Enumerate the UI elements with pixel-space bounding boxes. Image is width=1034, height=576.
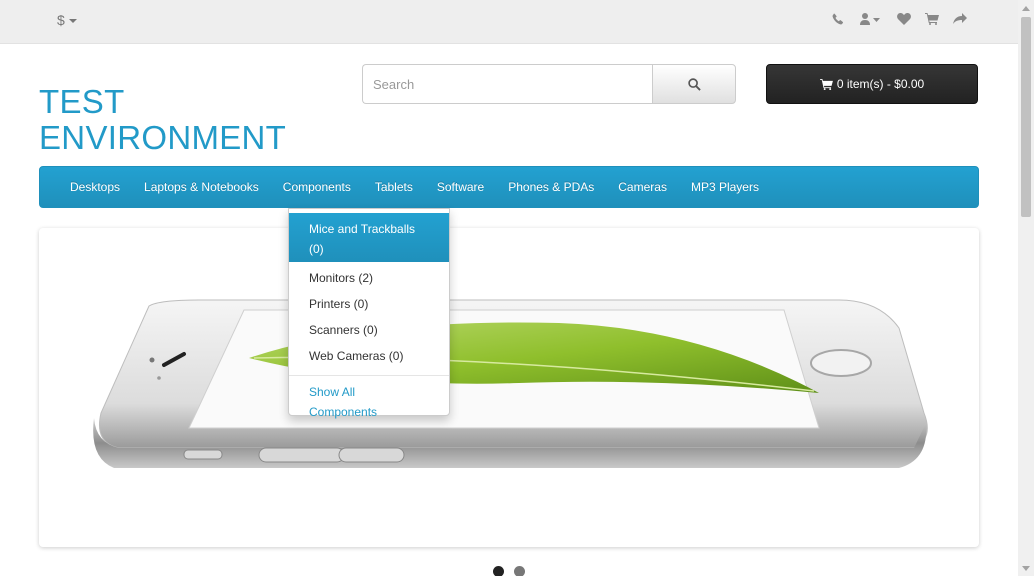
menu-item-mp3[interactable]: MP3 Players	[679, 167, 771, 207]
search-icon	[687, 77, 701, 91]
page-scrollbar[interactable]	[1018, 0, 1034, 576]
search-input[interactable]	[362, 64, 652, 104]
search-button[interactable]	[652, 64, 736, 104]
slide-dot-1[interactable]	[493, 566, 504, 576]
dropdown-item-mice-count: (0)	[309, 242, 324, 256]
cart-button[interactable]: 0 item(s) - $0.00	[766, 64, 978, 104]
currency-symbol: $	[57, 12, 65, 28]
show-all-components-link[interactable]: Show All Components	[289, 382, 449, 422]
dropdown-item-webcams[interactable]: Web Cameras (0)	[289, 343, 449, 369]
dropdown-item-printers[interactable]: Printers (0)	[289, 291, 449, 317]
top-bar: $	[0, 0, 1018, 44]
main-menu: Desktops Laptops & Notebooks Components …	[39, 166, 979, 208]
phone-icon[interactable]	[830, 11, 846, 27]
menu-item-software[interactable]: Software	[425, 167, 496, 207]
slideshow-pagination	[493, 566, 525, 576]
dropdown-divider	[289, 375, 449, 376]
logo-line2: ENVIRONMENT	[39, 119, 287, 156]
scroll-thumb[interactable]	[1021, 17, 1031, 217]
menu-item-cameras[interactable]: Cameras	[606, 167, 679, 207]
menu-item-laptops[interactable]: Laptops & Notebooks	[132, 167, 271, 207]
slideshow[interactable]	[39, 228, 979, 547]
cart-total: 0 item(s) - $0.00	[836, 77, 925, 91]
menu-item-components[interactable]: Components	[271, 167, 363, 207]
caret-down-icon	[68, 19, 77, 24]
top-links	[830, 11, 968, 27]
share-icon[interactable]	[952, 11, 968, 27]
heart-icon[interactable]	[896, 11, 912, 27]
components-dropdown: Mice and Trackballs (0) Monitors (2) Pri…	[288, 208, 450, 419]
scroll-down-arrow[interactable]	[1018, 560, 1034, 576]
menu-item-desktops[interactable]: Desktops	[58, 167, 132, 207]
show-all-line1: Show All	[309, 385, 356, 399]
show-all-line2: Components	[309, 405, 378, 419]
logo-line1: TEST	[39, 83, 125, 120]
phone-banner-image	[93, 299, 928, 468]
menu-item-phones[interactable]: Phones & PDAs	[496, 167, 606, 207]
dropdown-item-scanners[interactable]: Scanners (0)	[289, 317, 449, 343]
dropdown-item-mice-label: Mice and Trackballs	[309, 222, 416, 236]
currency-selector[interactable]: $	[57, 12, 77, 28]
dropdown-item-monitors[interactable]: Monitors (2)	[289, 265, 449, 291]
cart-icon	[819, 78, 833, 90]
menu-item-tablets[interactable]: Tablets	[363, 167, 425, 207]
cart-icon[interactable]	[924, 11, 940, 27]
user-icon[interactable]	[858, 11, 884, 27]
store-logo[interactable]: TEST ENVIRONMENT	[39, 84, 286, 156]
dropdown-item-mice[interactable]: Mice and Trackballs (0)	[289, 213, 449, 262]
scroll-up-arrow[interactable]	[1018, 0, 1034, 16]
search-box	[362, 64, 736, 104]
slide-dot-2[interactable]	[514, 566, 525, 576]
